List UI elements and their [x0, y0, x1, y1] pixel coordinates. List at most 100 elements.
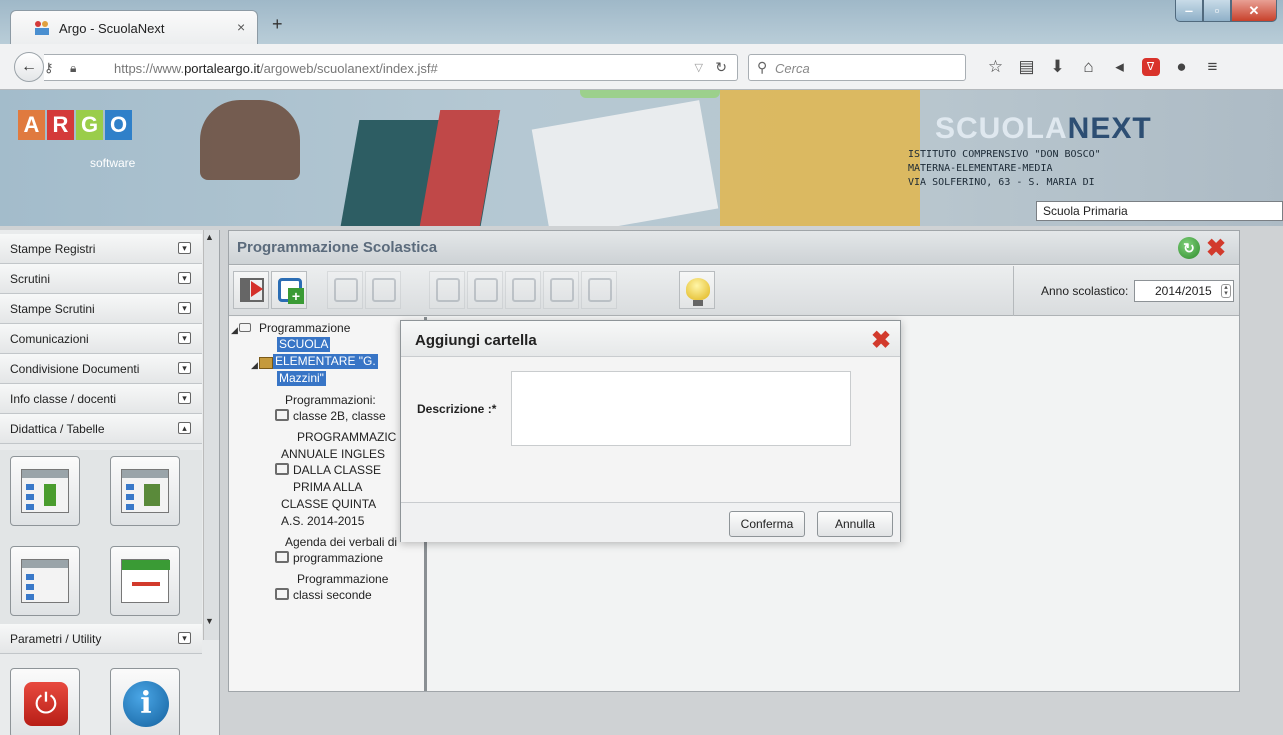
browser-tab[interactable]: Argo - ScuolaNext × — [10, 10, 258, 44]
toolbar-icons: ☆ ▤ ⬇ ⌂ ◂ ᐁ ● ≡ — [980, 56, 1228, 78]
school-line: VIA SOLFERINO, 63 - S. MARIA DI — [908, 177, 1095, 188]
expand-icon[interactable]: ▾ — [178, 332, 191, 344]
search-placeholder: Cerca — [775, 61, 810, 76]
tree-item-label[interactable]: Programmazione — [297, 572, 388, 587]
expand-icon[interactable]: ▾ — [178, 632, 191, 644]
add-folder-button[interactable]: + — [271, 271, 307, 309]
download-icon[interactable]: ⬇ — [1042, 56, 1073, 78]
tree-item-label[interactable]: classe 2B, classe — [293, 409, 386, 424]
logout-button[interactable]: ⏻ — [10, 668, 80, 735]
bookmark-star-icon[interactable]: ☆ — [980, 56, 1011, 78]
anno-value: 2014/2015 — [1155, 284, 1212, 298]
search-bar[interactable]: ⚲ Cerca — [748, 54, 966, 81]
sidebar-item-stampe-scrutini[interactable]: Stampe Scrutini ▾ — [0, 294, 202, 324]
menu-icon[interactable]: ≡ — [1197, 56, 1228, 78]
spinner-arrows-icon[interactable]: ▴ ▾ — [1221, 284, 1231, 298]
url-bar[interactable]: ⚷ 🔒︎ https://www.portaleargo.it/argoweb/… — [44, 54, 738, 81]
chat-icon[interactable]: ● — [1166, 56, 1197, 78]
sidebar-item-condivisione-documenti[interactable]: Condivisione Documenti ▾ — [0, 354, 202, 384]
tree-root[interactable]: Programmazione — [259, 321, 350, 336]
maximize-button[interactable]: ▫ — [1203, 0, 1231, 22]
tree-school-line[interactable]: ELEMENTARE "G. — [273, 354, 378, 369]
back-button[interactable]: ← — [14, 52, 44, 82]
tree-item-label[interactable]: CLASSE QUINTA — [281, 497, 376, 512]
expand-icon[interactable]: ▾ — [178, 302, 191, 314]
sidebar-item-info-classe[interactable]: Info classe / docenti ▾ — [0, 384, 202, 414]
tile-calendario[interactable] — [110, 546, 180, 616]
tab-close-icon[interactable]: × — [237, 19, 245, 35]
sidebar-item-scrutini[interactable]: Scrutini ▾ — [0, 264, 202, 294]
logo-subtitle: software — [90, 156, 136, 170]
dialog-header: Aggiungi cartella ✖ — [401, 321, 900, 357]
collapse-icon[interactable]: ◢ — [251, 360, 258, 371]
expand-icon[interactable]: ▾ — [178, 362, 191, 374]
dialog-close-icon[interactable]: ✖ — [871, 326, 891, 355]
tree-item-label[interactable]: DALLA CLASSE — [293, 463, 381, 478]
didattica-tiles — [0, 450, 202, 626]
tile-documenti[interactable] — [10, 546, 80, 616]
edit-icon — [334, 278, 358, 302]
power-icon: ⏻ — [24, 682, 68, 726]
add-file-button[interactable] — [429, 271, 465, 309]
addon-icon[interactable]: ᐁ — [1135, 56, 1166, 78]
info-button[interactable]: i — [110, 668, 180, 735]
sidebar-item-comunicazioni[interactable]: Comunicazioni ▾ — [0, 324, 202, 354]
tile-registro[interactable] — [10, 456, 80, 526]
help-button[interactable] — [679, 271, 715, 309]
tree-item-label[interactable]: Agenda dei verbali di — [285, 535, 397, 550]
tree-item-label[interactable]: A.S. 2014-2015 — [281, 514, 364, 529]
school-select[interactable]: Scuola Primaria — [1036, 201, 1283, 221]
download-file-button[interactable] — [543, 271, 579, 309]
new-tab-button[interactable]: + — [272, 14, 283, 35]
description-textarea[interactable] — [511, 371, 851, 446]
refresh-icon[interactable]: ↻ — [1178, 237, 1200, 259]
confirm-button[interactable]: Conferma — [729, 511, 805, 537]
scroll-up-icon[interactable]: ▲ — [205, 232, 214, 242]
minimize-button[interactable]: ‒ — [1175, 0, 1203, 22]
collapse-icon[interactable]: ▴ — [178, 422, 191, 434]
exit-button[interactable] — [233, 271, 269, 309]
tree-item-label[interactable]: PRIMA ALLA — [293, 480, 362, 495]
collapse-icon[interactable]: ◢ — [231, 325, 238, 336]
send-icon[interactable]: ◂ — [1104, 56, 1135, 78]
tree-item-label[interactable]: PROGRAMMAZIC — [297, 430, 396, 445]
tree-school-line[interactable]: SCUOLA — [277, 337, 331, 352]
close-panel-icon[interactable]: ✖ — [1206, 234, 1226, 263]
window-close-button[interactable]: ✕ — [1231, 0, 1277, 22]
expand-icon[interactable]: ▾ — [178, 242, 191, 254]
logo-letter: A — [18, 110, 45, 140]
delete-file-button[interactable] — [505, 271, 541, 309]
edit-file-button[interactable] — [467, 271, 503, 309]
folder-tree: ◢ Programmazione SCUOLA ◢ ELEMENTARE "G.… — [229, 317, 427, 691]
folder-icon — [239, 323, 251, 332]
move-button[interactable] — [365, 271, 401, 309]
share-button[interactable] — [581, 271, 617, 309]
tree-item-label[interactable]: classi seconde — [293, 588, 372, 603]
scroll-down-icon[interactable]: ▼ — [205, 616, 214, 626]
edit-button[interactable] — [327, 271, 363, 309]
school-icon — [259, 357, 273, 369]
sidebar-item-parametri[interactable]: Parametri / Utility ▾ — [0, 624, 202, 654]
logo-letter: R — [47, 110, 74, 140]
anno-scolastico-spinner[interactable]: 2014/2015 ▴ ▾ — [1134, 280, 1234, 302]
browser-nav-bar: ⚷ 🔒︎ https://www.portaleargo.it/argoweb/… — [0, 44, 1283, 90]
sidebar-item-label: Scrutini — [10, 272, 51, 286]
banner-chair-illustration — [200, 100, 300, 180]
tree-item-label[interactable]: ANNUALE INGLES — [281, 447, 385, 462]
expand-icon[interactable]: ▾ — [178, 392, 191, 404]
cancel-button[interactable]: Annulla — [817, 511, 893, 537]
tree-item-label[interactable]: Programmazioni: — [285, 393, 376, 408]
tile-orario[interactable] — [110, 456, 180, 526]
sidebar-scrollbar[interactable] — [203, 230, 219, 640]
tab-title: Argo - ScuolaNext — [59, 21, 165, 36]
school-line: ISTITUTO COMPRENSIVO "DON BOSCO" — [908, 149, 1101, 160]
reload-icon[interactable]: ↻ — [715, 59, 727, 76]
tree-item-label[interactable]: programmazione — [293, 551, 383, 566]
tree-school-line[interactable]: Mazzini" — [277, 371, 326, 386]
url-dropdown-icon[interactable]: ▽ — [695, 61, 703, 74]
sidebar-item-stampe-registri[interactable]: Stampe Registri ▾ — [0, 234, 202, 264]
expand-icon[interactable]: ▾ — [178, 272, 191, 284]
sidebar-item-didattica[interactable]: Didattica / Tabelle ▴ — [0, 414, 202, 444]
reading-list-icon[interactable]: ▤ — [1011, 56, 1042, 78]
home-icon[interactable]: ⌂ — [1073, 56, 1104, 78]
